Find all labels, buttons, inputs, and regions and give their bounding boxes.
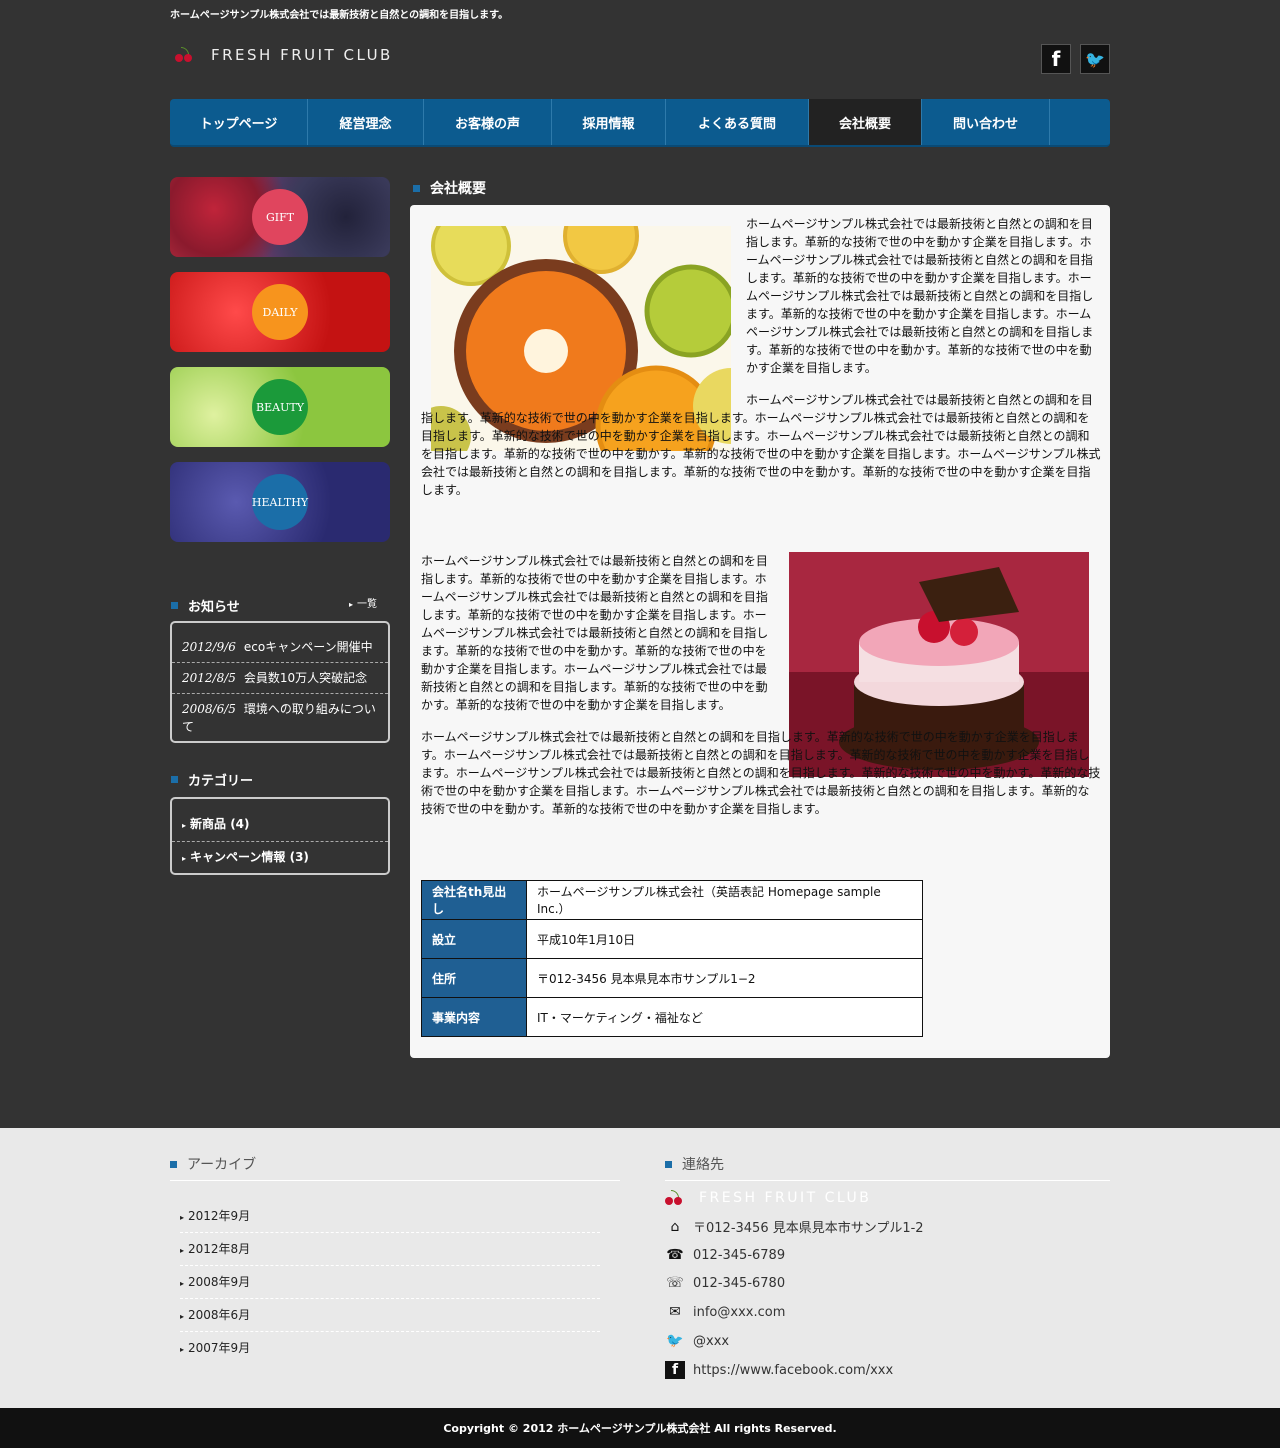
footer: アーカイブ ▸ 2012年9月 ▸ 2012年8月 ▸ 2008年9月 ▸ 2008年6…: [0, 1128, 1280, 1408]
arrow-icon: ▸: [180, 1279, 185, 1288]
contact-title: 連絡先: [665, 1154, 1110, 1181]
table-row: 会社名th見出し ホームページサンプル株式会社（英語表記 Homepage sam…: [421, 880, 923, 920]
news-more-link[interactable]: ▸ 一覧: [349, 595, 377, 610]
table-cell: ホームページサンプル株式会社（英語表記 Homepage sample Inc.…: [526, 880, 923, 920]
table-header: 住所: [421, 958, 527, 998]
arrow-icon: ▸: [180, 1246, 185, 1255]
contact-tel: ☎ 012-345-6789: [666, 1247, 786, 1263]
arrow-icon: ▸: [180, 1312, 185, 1321]
logo-text: FRESH FRUIT CLUB: [211, 46, 393, 64]
category-box: ▸ 新商品 (4) ▸ キャンペーン情報 (3): [170, 797, 390, 875]
company-table: 会社名th見出し ホームページサンプル株式会社（英語表記 Homepage sam…: [421, 880, 923, 1037]
news-box: 2012/9/6 ecoキャンペーン開催中 2012/8/5 会員数10万人突破記念…: [170, 621, 390, 743]
news-item[interactable]: 2008/6/5 環境への取り組みについて: [172, 694, 388, 736]
news-title: お知らせ: [171, 596, 240, 615]
archive-item[interactable]: ▸ 2008年9月: [180, 1273, 600, 1299]
arrow-icon: ▸: [349, 600, 354, 609]
main-nav: トップページ 経営理念 お客様の声 採用情報 よくある質問 会社概要 問い合わせ: [170, 99, 1110, 147]
contact-fax: ☏ 012-345-6780: [666, 1275, 786, 1291]
archive-item[interactable]: ▸ 2007年9月: [180, 1339, 600, 1364]
site-logo[interactable]: FRESH FRUIT CLUB: [175, 46, 393, 64]
phone-icon: ☎: [666, 1247, 684, 1263]
banner-gift-label: GIFT: [252, 189, 308, 245]
contact-facebook[interactable]: f https://www.facebook.com/xxx: [665, 1361, 893, 1379]
nav-faq[interactable]: よくある質問: [666, 99, 809, 145]
archive-item[interactable]: ▸ 2012年8月: [180, 1240, 600, 1266]
arrow-icon: ▸: [180, 1345, 185, 1354]
table-cell: IT・マーケティング・福祉など: [526, 997, 923, 1037]
table-header: 会社名th見出し: [421, 880, 527, 920]
square-icon: [171, 776, 178, 783]
banner-healthy[interactable]: HEALTHY: [170, 462, 390, 542]
arrow-icon: ▸: [180, 1213, 185, 1222]
square-icon: [170, 1160, 177, 1168]
nav-recruit[interactable]: 採用情報: [552, 99, 666, 145]
table-row: 住所 〒012-3456 見本県見本市サンプル1−2: [421, 958, 923, 998]
banner-healthy-label: HEALTHY: [252, 474, 308, 530]
page-title: 会社概要: [413, 178, 486, 198]
header-tagline: ホームページサンプル株式会社では最新技術と自然との調和を目指します。: [170, 10, 509, 21]
facebook-icon: f: [665, 1361, 685, 1379]
nav-philosophy[interactable]: 経営理念: [308, 99, 424, 145]
table-row: 事業内容 IT・マーケティング・福祉など: [421, 997, 923, 1037]
banner-daily-label: DAILY: [252, 284, 308, 340]
square-icon: [665, 1160, 672, 1168]
category-item[interactable]: ▸ 新商品 (4): [172, 815, 388, 842]
mail-icon: ✉: [669, 1304, 681, 1320]
nav-contact[interactable]: 問い合わせ: [922, 99, 1050, 145]
table-header: 設立: [421, 919, 527, 959]
main-content: ホームページサンプル株式会社では最新技術と自然との調和を目指します。革新的な技術…: [410, 205, 1110, 1058]
contact-logo: FRESH FRUIT CLUB: [665, 1190, 871, 1206]
square-icon: [171, 602, 178, 609]
fax-icon: ☏: [666, 1275, 684, 1291]
paragraph-3: ホームページサンプル株式会社では最新技術と自然との調和を目指します。革新的な技術…: [421, 554, 769, 712]
table-row: 設立 平成10年1月10日: [421, 919, 923, 959]
news-item[interactable]: 2012/9/6 ecoキャンペーン開催中: [172, 633, 388, 663]
banner-beauty[interactable]: BEAUTY: [170, 367, 390, 447]
cherry-icon: [175, 47, 197, 63]
facebook-icon[interactable]: f: [1041, 44, 1071, 74]
news-item[interactable]: 2012/8/5 会員数10万人突破記念: [172, 663, 388, 694]
contact-address: ⌂ 〒012-3456 見本県見本市サンプル1-2: [665, 1217, 924, 1237]
category-title: カテゴリー: [171, 770, 253, 789]
category-item[interactable]: ▸ キャンペーン情報 (3): [172, 842, 388, 868]
archive-title: アーカイブ: [170, 1154, 620, 1181]
nav-company[interactable]: 会社概要: [809, 99, 922, 145]
paragraph-4: ホームページサンプル株式会社では最新技術と自然との調和を目指します。革新的な技術…: [421, 730, 1101, 816]
home-icon: ⌂: [670, 1218, 680, 1235]
banner-beauty-label: BEAUTY: [252, 379, 308, 435]
archive-item[interactable]: ▸ 2008年6月: [180, 1306, 600, 1332]
paragraph-2: ホームページサンプル株式会社では最新技術と自然との調和を目指します。革新的な技術…: [421, 393, 1101, 497]
table-cell: 平成10年1月10日: [526, 919, 923, 959]
paragraph-1: ホームページサンプル株式会社では最新技術と自然との調和を目指します。革新的な技術…: [746, 217, 1094, 375]
arrow-icon: ▸: [182, 854, 187, 863]
copyright: Copyright © 2012 ホームページサンプル株式会社 All righ…: [0, 1408, 1280, 1448]
twitter-icon[interactable]: 🐦: [1080, 44, 1110, 74]
banner-daily[interactable]: DAILY: [170, 272, 390, 352]
archive-item[interactable]: ▸ 2012年9月: [180, 1207, 600, 1233]
contact-twitter[interactable]: 🐦 @xxx: [665, 1332, 729, 1350]
banner-gift[interactable]: GIFT: [170, 177, 390, 257]
arrow-icon: ▸: [182, 821, 187, 830]
table-cell: 〒012-3456 見本県見本市サンプル1−2: [526, 958, 923, 998]
nav-top[interactable]: トップページ: [170, 99, 308, 145]
square-icon: [413, 184, 420, 192]
contact-email[interactable]: ✉ info@xxx.com: [665, 1303, 785, 1321]
nav-voice[interactable]: お客様の声: [424, 99, 552, 145]
cherry-icon: [665, 1190, 687, 1206]
twitter-icon: 🐦: [666, 1333, 684, 1349]
table-header: 事業内容: [421, 997, 527, 1037]
